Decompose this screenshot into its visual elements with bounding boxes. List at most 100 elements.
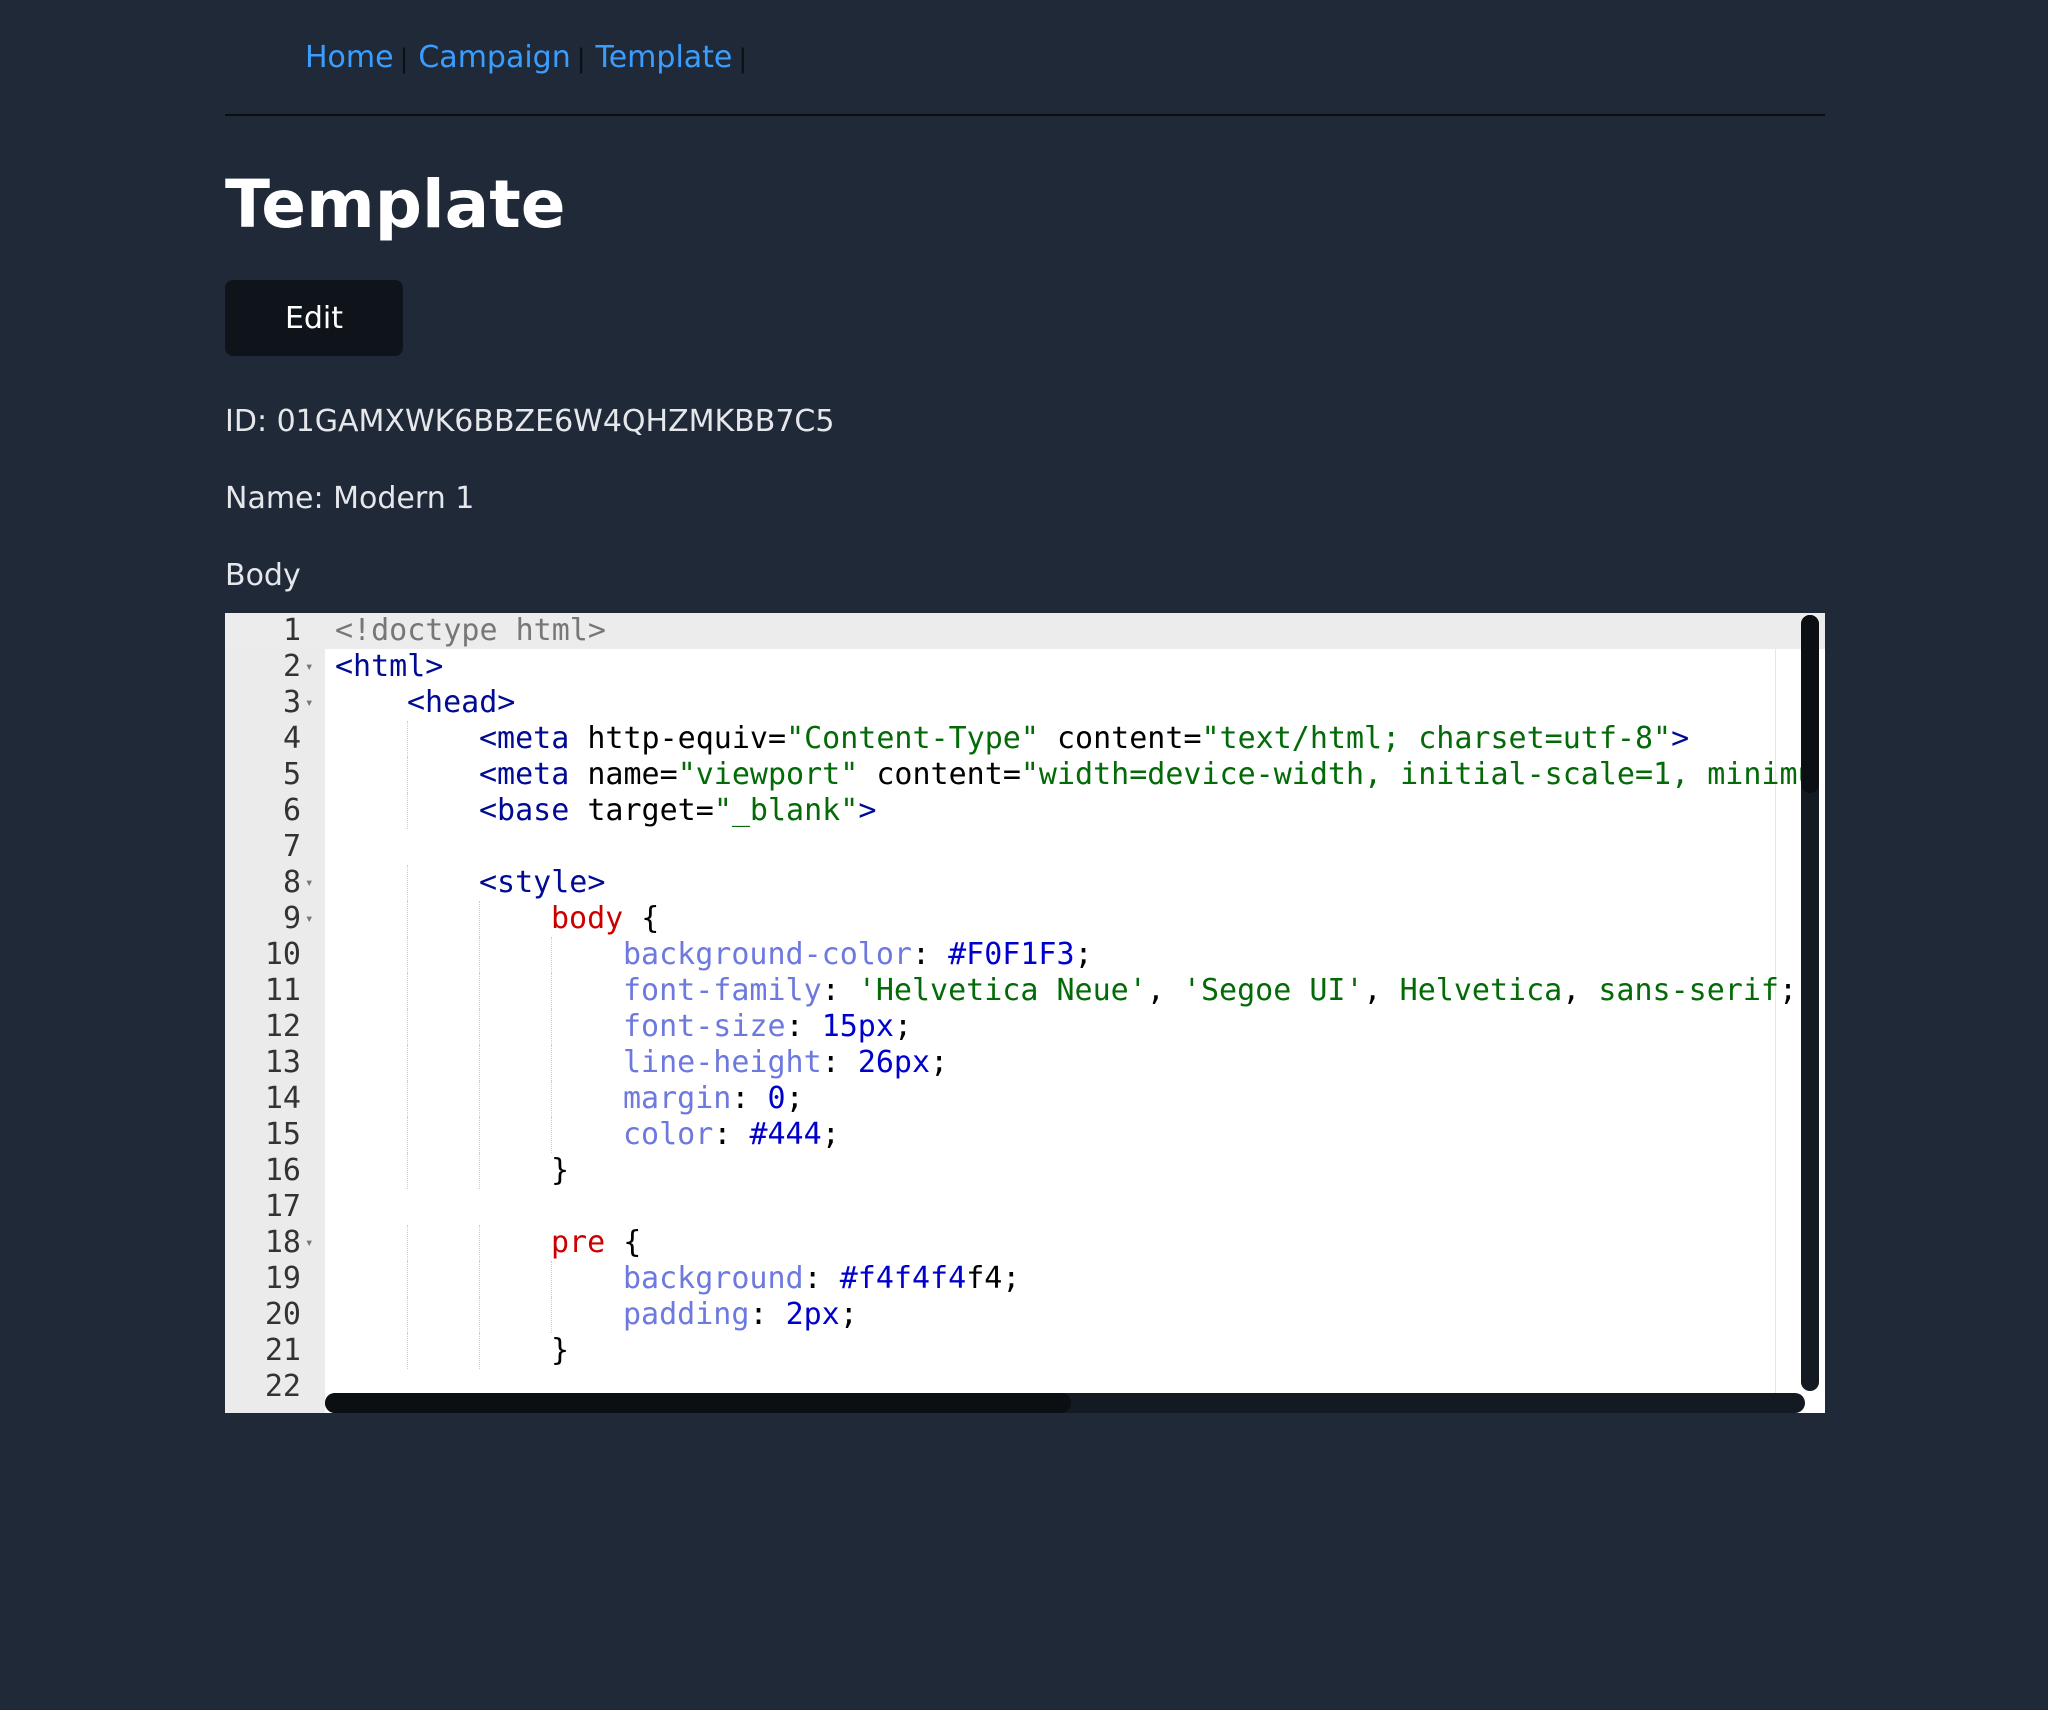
line-number: 12 xyxy=(264,1009,301,1044)
code-token: sans-serif xyxy=(1598,973,1779,1008)
fold-arrow-icon[interactable]: ▾ xyxy=(305,865,313,901)
code-token: { xyxy=(623,901,660,936)
code-text: color: #444; xyxy=(623,1117,840,1153)
code-line[interactable]: 1 <!doctype html> xyxy=(225,613,1825,649)
code-line[interactable]: 5 <meta name="viewport" content="width=de… xyxy=(225,757,1825,793)
code-token: background xyxy=(623,1261,804,1296)
indent-guide xyxy=(479,1117,480,1153)
line-number: 9 xyxy=(282,901,301,936)
code-token: > xyxy=(858,793,877,828)
code-text: } xyxy=(551,1153,569,1189)
code-text: background-color: #F0F1F3; xyxy=(623,937,1093,973)
vertical-scrollbar[interactable] xyxy=(1801,615,1819,1391)
body-label: Body xyxy=(225,558,301,593)
code-token: background-color xyxy=(623,937,912,972)
fold-arrow-icon[interactable]: ▾ xyxy=(305,685,313,721)
indent-guide xyxy=(407,793,408,829)
code-line[interactable]: 14 margin: 0; xyxy=(225,1081,1825,1117)
indent-guide xyxy=(551,1297,552,1333)
code-text: font-family: 'Helvetica Neue', 'Segoe UI… xyxy=(623,973,1797,1009)
code-line[interactable]: 19 background: #f4f4f4f4; xyxy=(225,1261,1825,1297)
indent-guide xyxy=(479,1045,480,1081)
code-text: background: #f4f4f4f4; xyxy=(623,1261,1020,1297)
indent-guide xyxy=(407,1081,408,1117)
nav-home-link[interactable]: Home xyxy=(305,40,394,75)
indent-guide xyxy=(551,1009,552,1045)
code-token: "viewport" xyxy=(677,757,859,792)
code-line[interactable]: 15 color: #444; xyxy=(225,1117,1825,1153)
code-token: "width=device-width, initial-scale=1, mi… xyxy=(1020,757,1816,792)
code-line[interactable]: 21} xyxy=(225,1333,1825,1369)
code-text: <html> xyxy=(335,649,443,685)
indent-guide xyxy=(551,973,552,1009)
fold-arrow-icon[interactable]: ▾ xyxy=(305,1225,313,1261)
code-token: : xyxy=(803,1261,840,1296)
code-token: = xyxy=(659,757,678,792)
code-token: body xyxy=(551,901,624,936)
code-line[interactable]: 11 font-family: 'Helvetica Neue', 'Segoe … xyxy=(225,973,1825,1009)
code-token: 15px xyxy=(821,1009,894,1044)
code-line[interactable]: 7 xyxy=(225,829,1825,865)
code-line[interactable]: 6 <base target="_blank"> xyxy=(225,793,1825,829)
code-token: 2px xyxy=(785,1297,840,1332)
horizontal-scrollbar[interactable] xyxy=(325,1393,1805,1413)
code-text: font-size: 15px; xyxy=(623,1009,912,1045)
code-text: padding: 2px; xyxy=(623,1297,858,1333)
code-line[interactable]: 9 ▾ body { xyxy=(225,901,1825,937)
code-token: #F0F1F3 xyxy=(948,937,1075,972)
code-text: <!doctype html> xyxy=(335,613,606,649)
indent-guide xyxy=(479,973,480,1009)
code-line[interactable]: 17 xyxy=(225,1189,1825,1225)
indent-guide xyxy=(479,1009,480,1045)
code-line[interactable]: 2 ▾ <html> xyxy=(225,649,1825,685)
nav-template-link[interactable]: Template xyxy=(596,40,733,75)
indent-guide xyxy=(407,901,408,937)
code-editor[interactable]: 1 <!doctype html> 2 ▾ <html> 3 ▾ <head> 4 <meta h… xyxy=(225,613,1825,1413)
indent-guide xyxy=(479,937,480,973)
indent-guide xyxy=(551,1045,552,1081)
code-text: <meta http-equiv="Content-Type" content=… xyxy=(479,721,1689,757)
code-text: pre { xyxy=(551,1225,641,1261)
code-token: f4; xyxy=(966,1261,1021,1296)
line-number: 18 xyxy=(264,1225,301,1260)
line-number: 10 xyxy=(264,937,301,972)
code-token: padding xyxy=(623,1297,750,1332)
fold-arrow-icon[interactable]: ▾ xyxy=(305,649,313,685)
code-token: color xyxy=(623,1117,714,1152)
code-token: , xyxy=(1146,973,1183,1008)
code-line[interactable]: 3 ▾ <head> xyxy=(225,685,1825,721)
code-token: 'Helvetica Neue' xyxy=(857,973,1147,1008)
code-token: <head> xyxy=(407,685,516,720)
code-line[interactable]: 12 font-size: 15px; xyxy=(225,1009,1825,1045)
code-text: body { xyxy=(551,901,659,937)
code-line[interactable]: 16} xyxy=(225,1153,1825,1189)
nav-campaign-link[interactable]: Campaign xyxy=(418,40,570,75)
code-token: ; xyxy=(930,1045,949,1080)
code-line[interactable]: 13 line-height: 26px; xyxy=(225,1045,1825,1081)
code-token: : xyxy=(821,973,858,1008)
indent-guide xyxy=(407,1225,408,1261)
indent-guide xyxy=(407,865,408,901)
code-line[interactable]: 20 padding: 2px; xyxy=(225,1297,1825,1333)
horizontal-scrollbar-thumb[interactable] xyxy=(325,1393,1071,1413)
line-number: 16 xyxy=(264,1153,301,1188)
code-line[interactable]: 8 ▾ <style> xyxy=(225,865,1825,901)
line-number: 22 xyxy=(264,1369,301,1404)
fold-arrow-icon[interactable]: ▾ xyxy=(305,901,313,937)
code-token: ; xyxy=(1778,973,1798,1008)
code-line[interactable]: 4 <meta http-equiv="Content-Type" content… xyxy=(225,721,1825,757)
indent-guide xyxy=(479,1297,480,1333)
edit-button[interactable]: Edit xyxy=(225,280,403,356)
code-line[interactable]: 18 ▾ pre { xyxy=(225,1225,1825,1261)
code-line[interactable]: 10 background-color: #F0F1F3; xyxy=(225,937,1825,973)
vertical-scrollbar-thumb[interactable] xyxy=(1801,615,1819,793)
indent-guide xyxy=(479,1333,480,1369)
code-text: <style> xyxy=(479,865,605,901)
template-name: Name: Modern 1 xyxy=(225,481,475,516)
line-number: 20 xyxy=(264,1297,301,1332)
nav-separator: | xyxy=(576,44,586,74)
indent-guide xyxy=(479,1261,480,1297)
code-text: <head> xyxy=(407,685,515,721)
indent-guide xyxy=(551,1081,552,1117)
indent-guide xyxy=(407,1261,408,1297)
